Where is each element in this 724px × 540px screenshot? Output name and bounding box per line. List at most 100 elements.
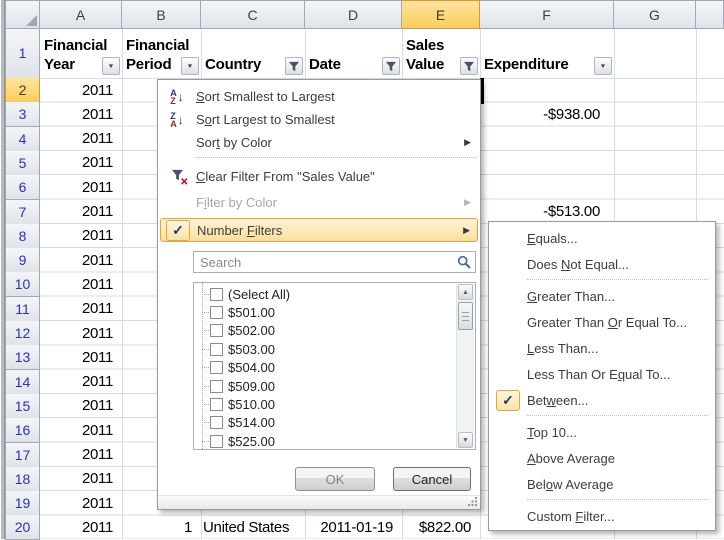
row-header-17[interactable]: 17 <box>5 443 40 468</box>
checkbox-icon[interactable] <box>210 380 223 393</box>
scrollbar[interactable]: ▲ ▼ <box>456 284 474 448</box>
menu-item-clear-filter-from-sales-value[interactable]: ✕Clear Filter From "Sales Value" <box>160 163 478 189</box>
filter-value-item-503-00[interactable]: $503.00 <box>194 340 457 358</box>
header-cell-a[interactable]: Financial Year▼ <box>40 29 122 78</box>
search-input[interactable] <box>198 254 457 271</box>
menu-item-greater-than[interactable]: Greater Than... <box>491 283 713 309</box>
menu-item-between[interactable]: ✓Between... <box>491 387 713 413</box>
cell-a11[interactable]: 2011 <box>42 300 113 318</box>
column-header-e[interactable]: E <box>402 0 480 29</box>
checkbox-icon[interactable] <box>210 361 223 374</box>
menu-item-number-filters[interactable]: ✓Number Filters▶ <box>160 218 478 242</box>
row-header-15[interactable]: 15 <box>5 394 40 419</box>
scroll-up-button[interactable]: ▲ <box>458 284 473 300</box>
filter-button-c[interactable] <box>285 57 303 75</box>
menu-item-top-10[interactable]: Top 10... <box>491 419 713 445</box>
filter-value-item-504-00[interactable]: $504.00 <box>194 359 457 377</box>
filter-button-a[interactable]: ▼ <box>102 57 120 75</box>
cell-a17[interactable]: 2011 <box>42 446 113 464</box>
column-header-a[interactable]: A <box>40 0 122 29</box>
row-header-13[interactable]: 13 <box>5 345 40 370</box>
row-header-14[interactable]: 14 <box>5 370 40 395</box>
column-header-c[interactable]: C <box>201 0 305 29</box>
cell-a6[interactable]: 2011 <box>42 179 113 197</box>
menu-item-equals[interactable]: Equals... <box>491 225 713 251</box>
cell-a20[interactable]: 2011 <box>42 519 113 537</box>
row-header-2[interactable]: 2 <box>5 78 40 103</box>
cell-e20[interactable]: $822.00 <box>404 519 471 537</box>
cell-a12[interactable]: 2011 <box>42 325 113 343</box>
resize-grip[interactable] <box>158 495 480 509</box>
filter-value-item-509-00[interactable]: $509.00 <box>194 377 457 395</box>
row-header-18[interactable]: 18 <box>5 467 40 492</box>
row-header-3[interactable]: 3 <box>5 102 40 127</box>
menu-item-above-average[interactable]: Above Average <box>491 445 713 471</box>
cell-d20[interactable]: 2011-01-19 <box>307 519 393 537</box>
cell-a15[interactable]: 2011 <box>42 397 113 415</box>
filter-value-item-501-00[interactable]: $501.00 <box>194 303 457 321</box>
cell-c20[interactable]: United States <box>203 519 296 537</box>
ok-button[interactable]: OK <box>295 467 375 491</box>
row-header-10[interactable]: 10 <box>5 272 40 297</box>
column-header-b[interactable]: B <box>122 0 201 29</box>
checkbox-icon[interactable] <box>210 343 223 356</box>
column-header-d[interactable]: D <box>305 0 402 29</box>
filter-value-item-select-all[interactable]: (Select All) <box>194 285 457 303</box>
cell-a16[interactable]: 2011 <box>42 422 113 440</box>
checkbox-icon[interactable] <box>210 435 223 448</box>
row-header-11[interactable]: 11 <box>5 297 40 322</box>
row-header-12[interactable]: 12 <box>5 321 40 346</box>
checkbox-icon[interactable] <box>210 416 223 429</box>
cell-a9[interactable]: 2011 <box>42 252 113 270</box>
scroll-down-button[interactable]: ▼ <box>458 432 473 448</box>
row-header-8[interactable]: 8 <box>5 224 40 249</box>
cell-a4[interactable]: 2011 <box>42 130 113 148</box>
filter-value-item-510-00[interactable]: $510.00 <box>194 395 457 413</box>
checkbox-icon[interactable] <box>210 324 223 337</box>
cell-a5[interactable]: 2011 <box>42 154 113 172</box>
filter-value-item-514-00[interactable]: $514.00 <box>194 414 457 432</box>
menu-item-custom-filter[interactable]: Custom Filter... <box>491 503 713 529</box>
row-header-20[interactable]: 20 <box>5 515 40 540</box>
row-header-4[interactable]: 4 <box>5 127 40 152</box>
menu-item-sort-smallest-to-largest[interactable]: AZ↓Sort Smallest to Largest <box>160 85 478 108</box>
cell-a3[interactable]: 2011 <box>42 106 113 124</box>
column-header-partial[interactable] <box>696 0 724 29</box>
cell-a18[interactable]: 2011 <box>42 470 113 488</box>
cell-f3[interactable]: -$938.00 <box>482 106 600 124</box>
menu-item-below-average[interactable]: Below Average <box>491 471 713 497</box>
filter-button-b[interactable]: ▼ <box>181 57 199 75</box>
cell-a7[interactable]: 2011 <box>42 203 113 221</box>
header-cell-e[interactable]: Sales Value <box>402 29 480 78</box>
scrollbar-thumb[interactable] <box>458 302 473 330</box>
row-header-5[interactable]: 5 <box>5 151 40 176</box>
row-header-1[interactable]: 1 <box>5 29 40 79</box>
cell-a2[interactable]: 2011 <box>42 82 113 100</box>
menu-item-less-than[interactable]: Less Than... <box>491 335 713 361</box>
header-cell-f[interactable]: Expenditure▼ <box>480 29 614 78</box>
menu-item-greater-than-or-equal-to[interactable]: Greater Than Or Equal To... <box>491 309 713 335</box>
column-header-g[interactable]: G <box>614 0 696 29</box>
filter-button-d[interactable] <box>382 57 400 75</box>
row-header-7[interactable]: 7 <box>5 200 40 225</box>
checkbox-icon[interactable] <box>210 288 223 301</box>
menu-item-filter-by-color[interactable]: Filter by Color▶ <box>160 189 478 215</box>
menu-item-sort-by-color[interactable]: Sort by Color▶ <box>160 131 478 154</box>
header-cell-d[interactable]: Date <box>305 29 402 78</box>
filter-button-f[interactable]: ▼ <box>594 57 612 75</box>
checkbox-icon[interactable] <box>210 398 223 411</box>
filter-button-e[interactable] <box>460 57 478 75</box>
header-cell-c[interactable]: Country <box>201 29 305 78</box>
cell-a19[interactable]: 2011 <box>42 495 113 513</box>
row-header-19[interactable]: 19 <box>5 491 40 516</box>
cell-a13[interactable]: 2011 <box>42 349 113 367</box>
menu-item-less-than-or-equal-to[interactable]: Less Than Or Equal To... <box>491 361 713 387</box>
menu-item-does-not-equal[interactable]: Does Not Equal... <box>491 251 713 277</box>
filter-value-item-525-00[interactable]: $525.00 <box>194 432 457 449</box>
cell-a10[interactable]: 2011 <box>42 276 113 294</box>
checkbox-icon[interactable] <box>210 306 223 319</box>
filter-value-item-502-00[interactable]: $502.00 <box>194 322 457 340</box>
header-cell-b[interactable]: Financial Period▼ <box>122 29 201 78</box>
cell-a8[interactable]: 2011 <box>42 227 113 245</box>
row-header-16[interactable]: 16 <box>5 418 40 443</box>
